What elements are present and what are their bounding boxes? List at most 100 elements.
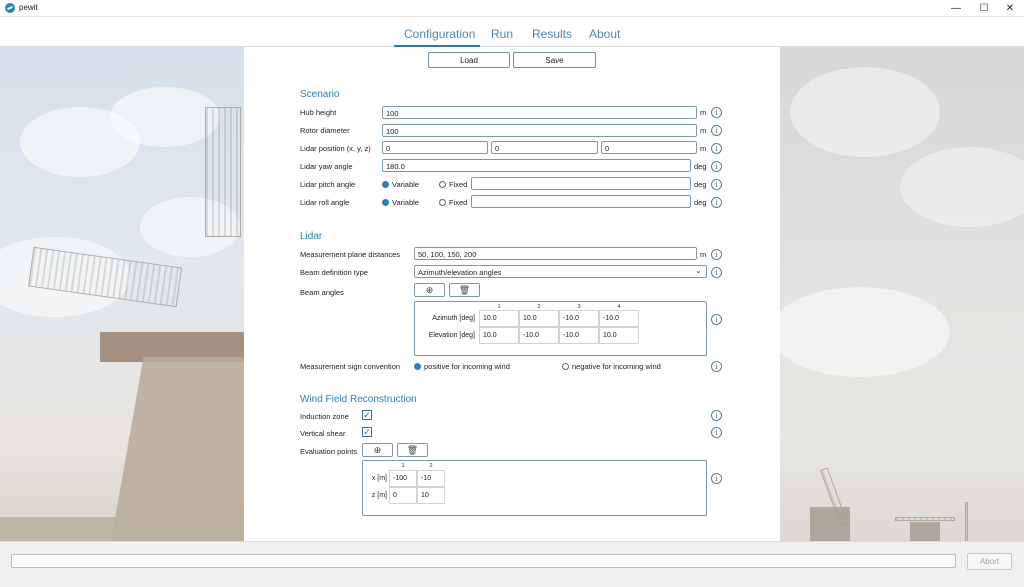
table-cell[interactable]: 0 [389,487,417,504]
maximize-button[interactable]: ☐ [970,0,998,17]
lidar-yaw-input[interactable]: 180.0 [382,159,691,172]
minimize-button[interactable]: — [942,0,970,17]
plus-circle-icon: ⊕ [425,284,434,295]
info-icon[interactable]: i [711,473,722,484]
hub-height-unit: m [700,108,707,117]
main-nav: Configuration Run Results About [0,17,1024,47]
info-icon[interactable]: i [711,107,722,118]
z-row-header: z [m] [371,492,387,499]
lidar-position-x-input[interactable]: 0 [382,141,488,154]
info-icon[interactable]: i [711,410,722,421]
background-image-left [0,47,244,541]
beam-definition-select[interactable]: Azimuth/elevation angles [414,265,707,278]
pitch-fixed-label: Fixed [449,180,468,189]
tab-configuration[interactable]: Configuration [404,27,475,41]
induction-zone-checkbox[interactable]: ✓ [362,410,372,420]
lidar-position-z-input[interactable]: 0 [601,141,697,154]
trash-icon: 🗑 [458,284,471,295]
close-button[interactable]: ✕ [996,0,1024,17]
sign-positive-label: positive for incoming wind [424,362,510,371]
info-icon[interactable]: i [711,361,722,372]
pitch-fixed-radio[interactable] [439,181,446,188]
info-icon[interactable]: i [711,179,722,190]
pitch-fixed-input[interactable] [471,177,691,190]
evaluation-points-label: Evaluation points [300,447,358,456]
beam-definition-label: Beam definition type [300,268,368,277]
save-button[interactable]: Save [513,52,596,68]
x-row-header: x [m] [371,475,387,482]
add-beam-button[interactable]: ⊕ [414,283,445,297]
abort-button[interactable]: Abort [967,553,1012,570]
load-button[interactable]: Load [428,52,510,68]
point-col-header: 1 [401,463,405,469]
sign-negative-radio[interactable] [562,363,569,370]
table-cell[interactable]: -10 [417,470,445,487]
section-title-wfr: Wind Field Reconstruction [300,394,417,405]
elevation-row-header: Elevation [deg] [428,332,475,339]
roll-variable-label: Variable [392,198,419,207]
rotor-diameter-label: Rotor diameter [300,126,350,135]
window-title: pewit [19,3,38,12]
hub-height-label: Hub height [300,108,337,117]
table-cell[interactable]: 10.0 [479,310,519,327]
sign-positive-radio[interactable] [414,363,421,370]
table-cell[interactable]: 10.0 [519,310,559,327]
table-cell[interactable]: -10.0 [519,327,559,344]
section-title-lidar: Lidar [300,231,323,242]
rotor-diameter-input[interactable]: 100 [382,124,697,137]
vertical-shear-label: Vertical shear [300,429,346,438]
roll-fixed-label: Fixed [449,198,468,207]
delete-point-button[interactable]: 🗑 [397,443,428,457]
sign-negative-label: negative for incoming wind [572,362,661,371]
add-point-button[interactable]: ⊕ [362,443,393,457]
azimuth-row-header: Azimuth [deg] [432,315,475,322]
lidar-pitch-label: Lidar pitch angle [300,180,356,189]
lidar-pitch-unit: deg [694,180,707,189]
roll-fixed-input[interactable] [471,195,691,208]
point-col-header: 2 [429,463,433,469]
beam-angles-table: 1 2 3 4 Azimuth [deg] 10.0 10.0 -10.0 -1… [414,301,707,356]
roll-variable-radio[interactable] [382,199,389,206]
title-bar: pewit — ☐ ✕ [0,0,1024,17]
tab-results[interactable]: Results [532,27,572,41]
delete-beam-button[interactable]: 🗑 [449,283,480,297]
info-icon[interactable]: i [711,143,722,154]
info-icon[interactable]: i [711,197,722,208]
background-image-right [780,47,1024,541]
measurement-planes-input[interactable]: 50, 100, 150, 200 [414,247,697,260]
info-icon[interactable]: i [711,427,722,438]
lidar-yaw-label: Lidar yaw angle [300,162,353,171]
plus-circle-icon: ⊕ [373,444,382,455]
evaluation-points-table: 1 2 x [m] -100 -10 z [m] 0 10 [362,460,707,516]
info-icon[interactable]: i [711,249,722,260]
configuration-panel: Load Save Scenario Hub height 100 m i Ro… [244,47,780,541]
trash-icon: 🗑 [406,444,419,455]
tab-run[interactable]: Run [491,27,513,41]
beam-angles-label: Beam angles [300,288,344,297]
table-cell[interactable]: 10 [417,487,445,504]
table-cell[interactable]: -100 [389,470,417,487]
table-cell[interactable]: -10.0 [599,310,639,327]
lidar-position-label: Lidar position (x, y, z) [300,144,371,153]
sign-convention-label: Measurement sign convention [300,362,401,371]
table-cell[interactable]: 10.0 [479,327,519,344]
info-icon[interactable]: i [711,125,722,136]
table-cell[interactable]: -10.0 [559,327,599,344]
vertical-shear-checkbox[interactable]: ✓ [362,427,372,437]
info-icon[interactable]: i [711,314,722,325]
info-icon[interactable]: i [711,161,722,172]
induction-zone-label: Induction zone [300,412,349,421]
hub-height-input[interactable]: 100 [382,106,697,119]
roll-fixed-radio[interactable] [439,199,446,206]
app-logo-icon [5,3,15,13]
table-cell[interactable]: 10.0 [599,327,639,344]
table-cell[interactable]: -10.0 [559,310,599,327]
lidar-position-unit: m [700,144,707,153]
chevron-down-icon[interactable]: ⌄ [695,266,702,275]
lidar-yaw-unit: deg [694,162,707,171]
tab-about[interactable]: About [589,27,620,41]
pitch-variable-radio[interactable] [382,181,389,188]
lidar-position-y-input[interactable]: 0 [491,141,598,154]
measurement-planes-label: Measurement plane distances [300,250,401,259]
info-icon[interactable]: i [711,267,722,278]
